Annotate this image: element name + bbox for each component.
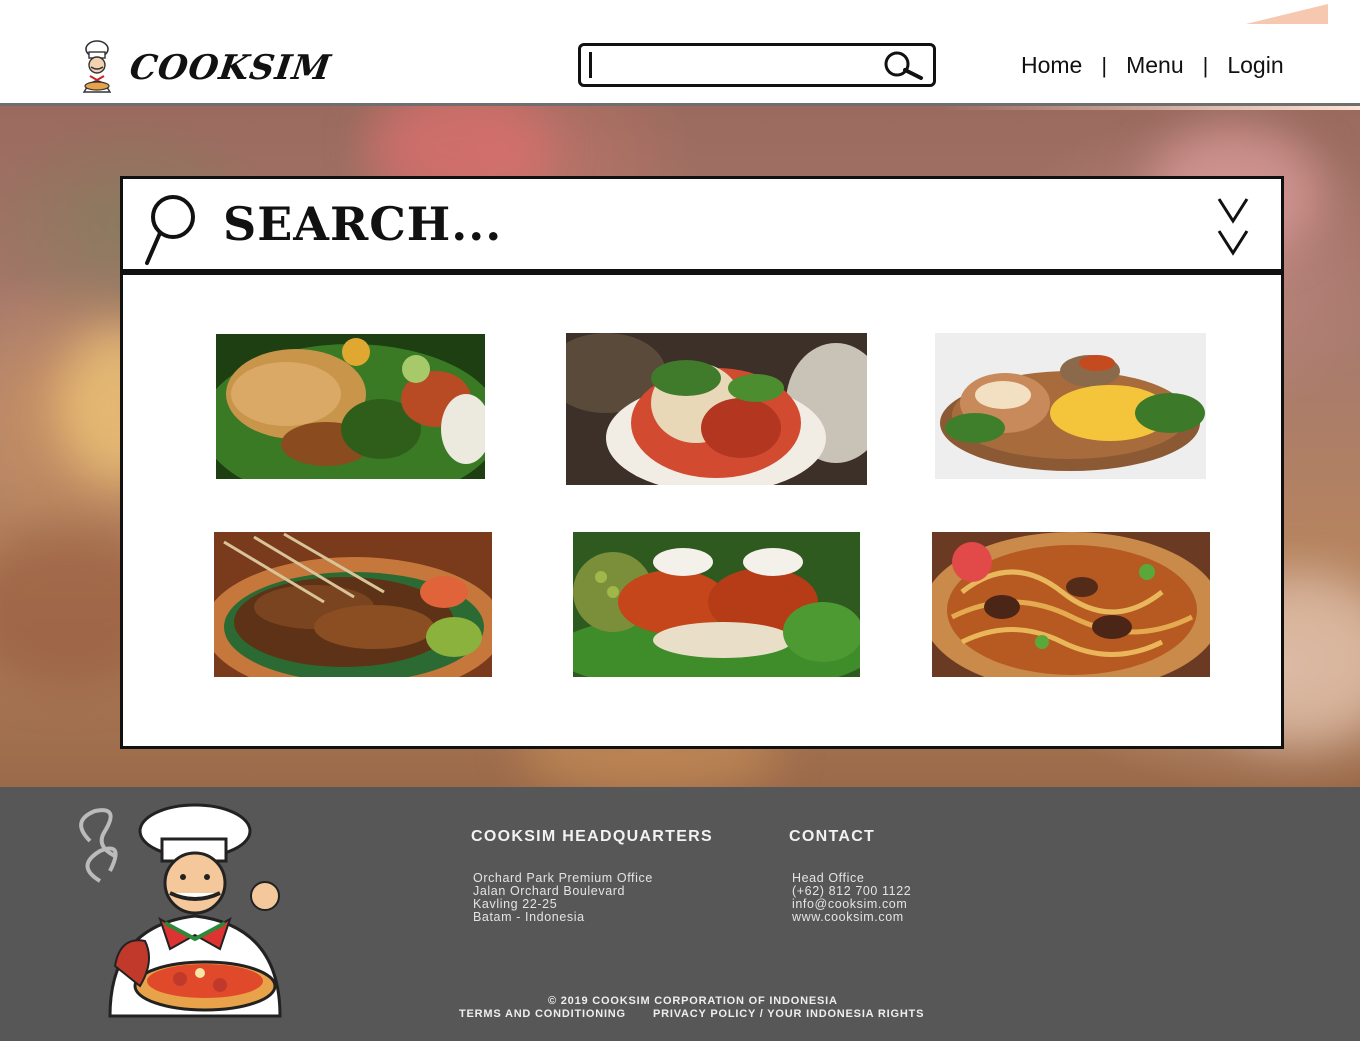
food-image xyxy=(932,532,1210,677)
food-image xyxy=(216,334,485,479)
brand-logo[interactable]: COOKSIM xyxy=(76,40,334,96)
food-result-sausage-fries[interactable] xyxy=(935,333,1206,479)
search-panel-title: SEARCH... xyxy=(223,197,503,251)
header-search-box[interactable] xyxy=(578,43,936,87)
double-chevron-down-icon[interactable] xyxy=(1215,193,1251,257)
nav-menu-link[interactable]: Menu xyxy=(1126,52,1184,79)
food-image xyxy=(566,333,867,485)
food-image xyxy=(935,333,1206,479)
nav-home-link[interactable]: Home xyxy=(1021,52,1082,79)
nav-separator: | xyxy=(1202,52,1209,78)
contact-info: Head Office (+62) 812 700 1122 info@cook… xyxy=(792,872,911,924)
hq-address: Orchard Park Premium Office Jalan Orchar… xyxy=(473,872,653,924)
hq-address-line: Batam - Indonesia xyxy=(473,910,585,924)
magnifier-icon xyxy=(145,195,195,265)
search-panel-header[interactable]: SEARCH... xyxy=(123,179,1281,275)
main-nav: Home | Menu | Login xyxy=(1021,52,1284,79)
food-image xyxy=(573,532,860,677)
contact-title: CONTACT xyxy=(789,828,876,845)
site-header: COOKSIM Home | Menu | Login xyxy=(0,0,1360,106)
brand-name: COOKSIM xyxy=(127,48,334,88)
search-panel: SEARCH... xyxy=(120,176,1284,749)
nav-separator: | xyxy=(1101,52,1108,78)
header-search-input[interactable] xyxy=(597,50,871,82)
copyright-text: © 2019 COOKSIM CORPORATION OF INDONESIA xyxy=(548,995,838,1007)
food-result-nasi-ayam[interactable] xyxy=(216,334,485,479)
chef-logo-icon xyxy=(82,40,112,93)
search-icon[interactable] xyxy=(879,50,925,82)
contact-website[interactable]: www.cooksim.com xyxy=(792,911,911,924)
food-result-mie-goreng[interactable] xyxy=(932,532,1210,677)
site-footer: COOKSIM HEADQUARTERS Orchard Park Premiu… xyxy=(0,787,1360,1041)
header-accent-shape xyxy=(1246,4,1328,24)
terms-link[interactable]: TERMS AND CONDITIONING xyxy=(459,1008,626,1020)
food-result-kimchi[interactable] xyxy=(566,333,867,485)
nav-login-link[interactable]: Login xyxy=(1227,52,1283,79)
food-image xyxy=(214,532,492,677)
header-glow xyxy=(940,106,1360,110)
text-cursor xyxy=(589,52,592,78)
food-result-sate[interactable] xyxy=(214,532,492,677)
food-result-crepes[interactable] xyxy=(573,532,860,677)
hq-title: COOKSIM HEADQUARTERS xyxy=(471,828,714,845)
chef-mascot-image xyxy=(79,803,282,1018)
privacy-link[interactable]: PRIVACY POLICY / YOUR INDONESIA RIGHTS xyxy=(653,1008,924,1020)
